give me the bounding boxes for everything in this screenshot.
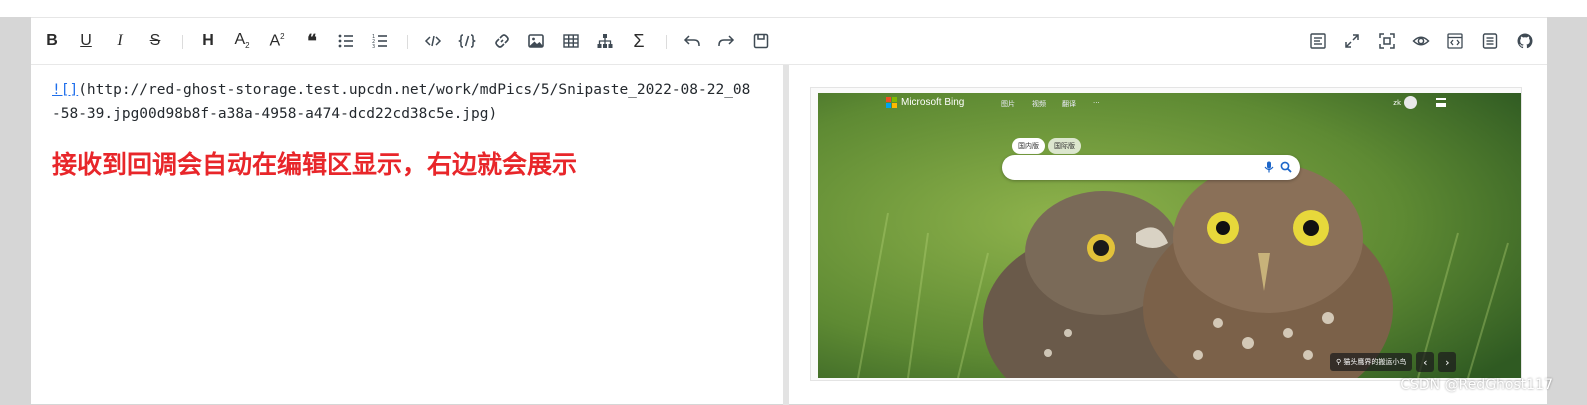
image-button[interactable] (525, 30, 547, 52)
heading-button[interactable]: H (197, 30, 219, 52)
prettier-button[interactable] (1307, 30, 1329, 52)
ordered-list-button[interactable]: 123 (369, 30, 391, 52)
code-button[interactable] (422, 30, 444, 52)
toolbar-divider (666, 35, 667, 49)
toolbar-divider (182, 35, 183, 49)
bing-image-caption-text: 猫头鹰界的搬运小鸟 (1343, 358, 1407, 366)
code-block-icon (458, 34, 476, 48)
owl-photo (818, 93, 1521, 378)
image-markdown-url: (http://red-ghost-storage.test.upcdn.net… (52, 82, 751, 122)
eye-icon (1412, 36, 1430, 46)
catalog-icon (1482, 33, 1498, 49)
format-icon (1310, 33, 1326, 49)
bing-nav-more[interactable]: ··· (1093, 99, 1100, 107)
superscript-letter: A (269, 32, 281, 50)
html-preview-button[interactable] (1444, 30, 1466, 52)
undo-button[interactable] (681, 30, 703, 52)
bing-image-caption[interactable]: ⚲ 猫头鹰界的搬运小鸟 (1330, 353, 1413, 371)
avatar (1404, 96, 1417, 109)
italic-icon: I (117, 32, 123, 49)
superscript-icon: A2 (269, 31, 285, 50)
watermark: CSDN @RedGhost117 (1400, 377, 1553, 393)
subscript-icon: A2 (234, 30, 250, 51)
heading-icon: H (202, 32, 214, 49)
github-icon (1517, 33, 1533, 49)
ordered-list-icon: 123 (372, 34, 387, 50)
preview-image-frame: Microsoft Bing 图片 视频 翻译 ··· zk 国内版 国际版 ⚲… (810, 87, 1522, 381)
quote-icon: ❝ (307, 31, 317, 51)
quote-button[interactable]: ❝ (301, 30, 323, 52)
svg-text:3: 3 (372, 44, 375, 50)
preview-image-bing-screenshot: Microsoft Bing 图片 视频 翻译 ··· zk 国内版 国际版 ⚲… (818, 93, 1521, 378)
page-fullscreen-button[interactable] (1341, 30, 1363, 52)
subscript-button[interactable]: A2 (231, 30, 253, 52)
redo-button[interactable] (715, 30, 737, 52)
bing-user-name: zk (1393, 98, 1401, 107)
mermaid-diagram-button[interactable] (594, 30, 616, 52)
bing-user[interactable]: zk (1393, 96, 1417, 109)
bing-search-box[interactable] (1002, 155, 1300, 180)
bing-header: Microsoft Bing 图片 视频 翻译 ··· zk (818, 93, 1521, 115)
hamburger-menu-icon[interactable] (1436, 98, 1446, 107)
bing-region-tabs: 国内版 国际版 (1012, 138, 1081, 154)
link-button[interactable] (491, 30, 513, 52)
html-code-icon (1447, 33, 1463, 49)
top-strip (0, 0, 1587, 17)
underline-icon: U (80, 32, 92, 49)
markdown-source-pane[interactable]: ![](http://red-ghost-storage.test.upcdn.… (31, 65, 783, 405)
bold-icon: B (46, 32, 58, 49)
unordered-list-button[interactable] (335, 30, 357, 52)
formula-button[interactable]: Σ (628, 30, 650, 52)
code-icon (424, 35, 442, 47)
superscript-button[interactable]: A2 (266, 30, 288, 52)
subscript-mark: 2 (245, 41, 250, 51)
superscript-mark: 2 (280, 31, 285, 41)
save-button[interactable] (750, 30, 772, 52)
bing-caption-bar: ⚲ 猫头鹰界的搬运小鸟 ‹ › (1330, 352, 1457, 372)
fullscreen-button[interactable] (1376, 30, 1398, 52)
toolbar-divider (407, 35, 408, 49)
link-icon (495, 34, 509, 48)
bing-nav-images[interactable]: 图片 (1001, 99, 1015, 109)
image-icon (528, 34, 544, 48)
expand-icon (1345, 34, 1359, 48)
chevron-left-icon[interactable]: ‹ (1416, 352, 1435, 372)
search-icon[interactable] (1280, 161, 1292, 173)
strikethrough-icon: S (149, 32, 161, 49)
table-button[interactable] (560, 30, 582, 52)
redo-icon (718, 35, 735, 46)
underline-button[interactable]: U (75, 30, 97, 52)
code-block-button[interactable] (456, 30, 478, 52)
editor-toolbar: B U I S H A2 A2 ❝ 123 Σ (31, 18, 1547, 65)
sigma-icon: Σ (633, 31, 645, 51)
subscript-letter: A (234, 30, 246, 48)
undo-icon (683, 35, 700, 46)
bing-tab-domestic[interactable]: 国内版 (1012, 138, 1045, 154)
microsoft-logo-icon (886, 97, 897, 108)
markdown-preview-pane: Microsoft Bing 图片 视频 翻译 ··· zk 国内版 国际版 ⚲… (789, 65, 1547, 405)
fullscreen-icon (1379, 33, 1395, 49)
bold-button[interactable]: B (41, 30, 63, 52)
markdown-editor: B U I S H A2 A2 ❝ 123 Σ ![](http://red-g… (31, 17, 1547, 405)
bing-search-icons (1264, 161, 1292, 173)
unordered-list-icon (338, 34, 353, 48)
github-button[interactable] (1514, 30, 1536, 52)
image-markdown-prefix: ![] (52, 82, 79, 98)
bing-logo-text: Microsoft Bing (901, 97, 965, 108)
bing-nav-videos[interactable]: 视频 (1032, 99, 1046, 109)
catalog-button[interactable] (1479, 30, 1501, 52)
bing-logo[interactable]: Microsoft Bing (886, 97, 964, 108)
chevron-right-icon[interactable]: › (1438, 352, 1457, 372)
sitemap-icon (597, 34, 613, 48)
bing-tab-international[interactable]: 国际版 (1048, 138, 1081, 154)
italic-button[interactable]: I (109, 30, 131, 52)
heading-text: 接收到回调会自动在编辑区显示，右边就会展示 (52, 150, 578, 179)
microphone-icon[interactable] (1264, 161, 1274, 173)
table-icon (563, 34, 579, 48)
bing-nav-translate[interactable]: 翻译 (1062, 99, 1076, 109)
strikethrough-button[interactable]: S (144, 30, 166, 52)
preview-toggle-button[interactable] (1410, 30, 1432, 52)
save-icon (753, 33, 769, 49)
image-markdown-line[interactable]: ![](http://red-ghost-storage.test.upcdn.… (52, 78, 752, 126)
